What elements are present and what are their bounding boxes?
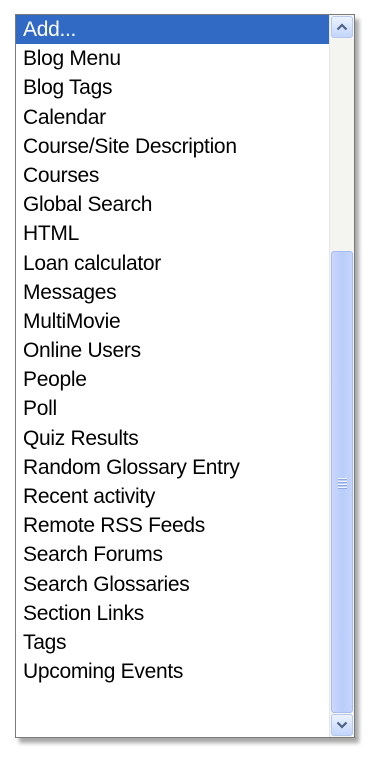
vertical-scrollbar[interactable] bbox=[329, 15, 354, 737]
scrollbar-thumb[interactable] bbox=[331, 251, 353, 713]
option-upcoming-events[interactable]: Upcoming Events bbox=[16, 657, 329, 686]
option-add[interactable]: Add... bbox=[16, 15, 329, 45]
option-quiz-results[interactable]: Quiz Results bbox=[16, 424, 329, 453]
option-people[interactable]: People bbox=[16, 365, 329, 394]
option-calendar[interactable]: Calendar bbox=[16, 103, 329, 132]
chevron-down-icon bbox=[336, 721, 348, 729]
scroll-up-button[interactable] bbox=[331, 16, 353, 38]
option-course-site-description[interactable]: Course/Site Description bbox=[16, 132, 329, 161]
option-remote-rss-feeds[interactable]: Remote RSS Feeds bbox=[16, 511, 329, 540]
option-html[interactable]: HTML bbox=[16, 219, 329, 248]
option-blog-menu[interactable]: Blog Menu bbox=[16, 44, 329, 73]
option-courses[interactable]: Courses bbox=[16, 161, 329, 190]
option-search-glossaries[interactable]: Search Glossaries bbox=[16, 570, 329, 599]
option-multimovie[interactable]: MultiMovie bbox=[16, 307, 329, 336]
option-loan-calculator[interactable]: Loan calculator bbox=[16, 249, 329, 278]
option-list: Add... Blog Menu Blog Tags Calendar Cour… bbox=[16, 15, 329, 737]
option-online-users[interactable]: Online Users bbox=[16, 336, 329, 365]
option-recent-activity[interactable]: Recent activity bbox=[16, 482, 329, 511]
option-section-links[interactable]: Section Links bbox=[16, 599, 329, 628]
option-blog-tags[interactable]: Blog Tags bbox=[16, 73, 329, 102]
option-messages[interactable]: Messages bbox=[16, 278, 329, 307]
block-select-dropdown[interactable]: Add... Blog Menu Blog Tags Calendar Cour… bbox=[15, 14, 355, 738]
chevron-up-icon bbox=[336, 23, 348, 31]
option-random-glossary-entry[interactable]: Random Glossary Entry bbox=[16, 453, 329, 482]
option-global-search[interactable]: Global Search bbox=[16, 190, 329, 219]
grip-icon bbox=[338, 478, 347, 490]
option-poll[interactable]: Poll bbox=[16, 394, 329, 423]
option-tags[interactable]: Tags bbox=[16, 628, 329, 657]
option-search-forums[interactable]: Search Forums bbox=[16, 540, 329, 569]
scroll-down-button[interactable] bbox=[331, 714, 353, 736]
